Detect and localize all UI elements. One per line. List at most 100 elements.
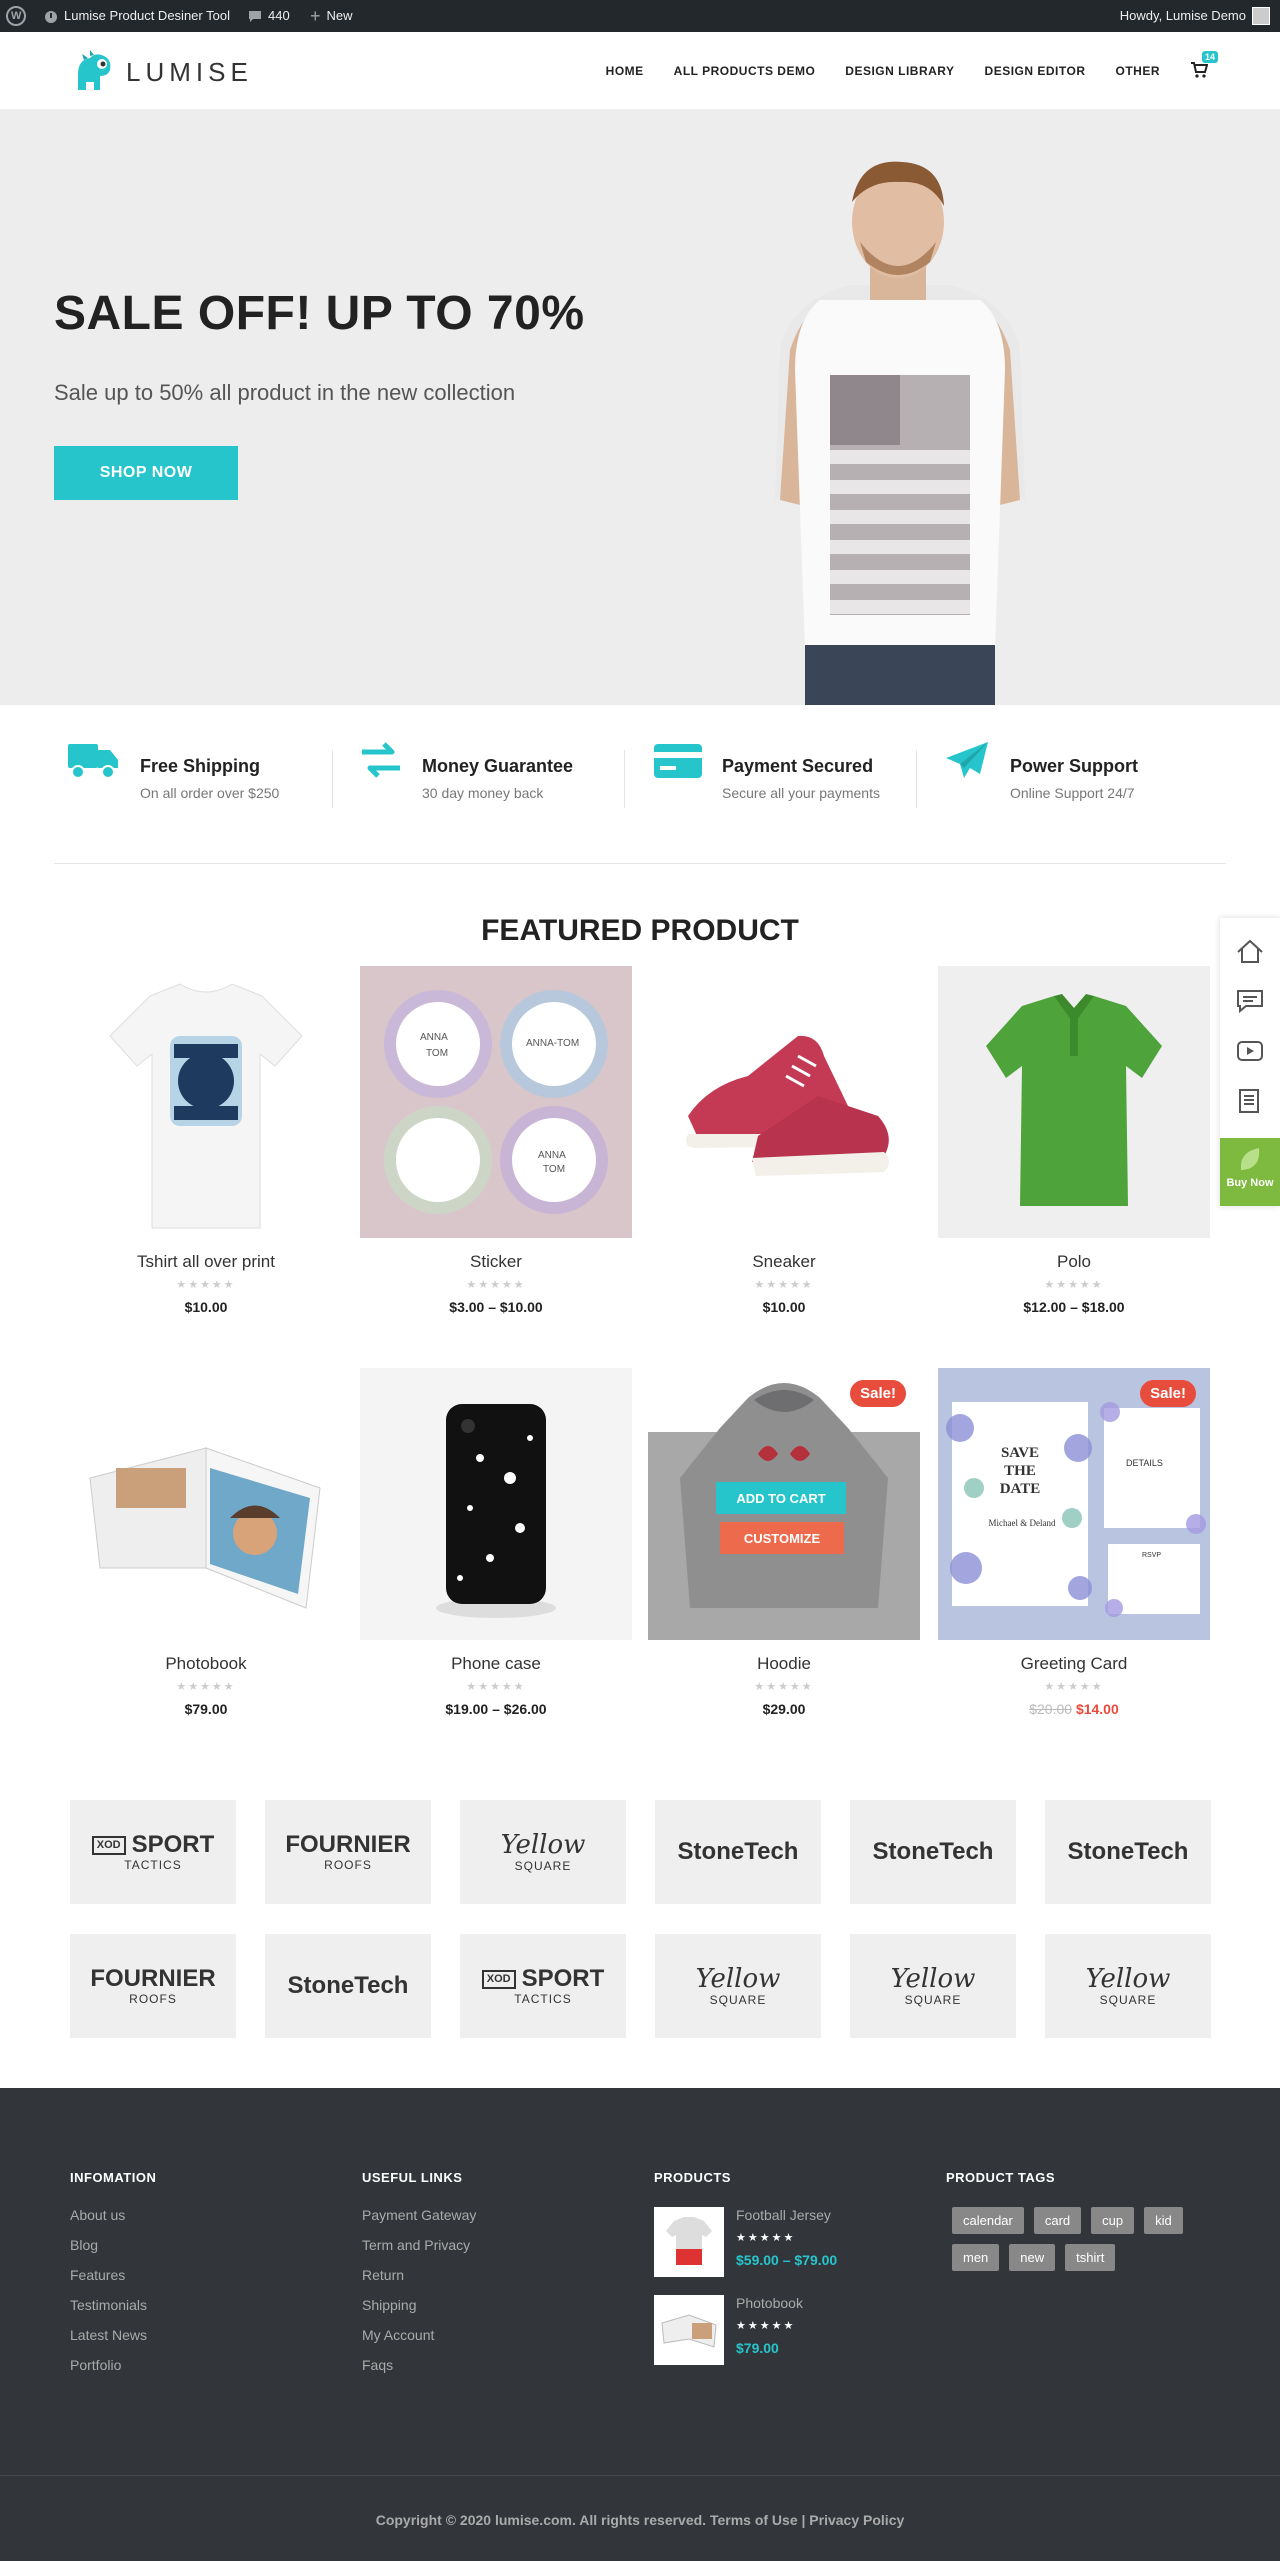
add-to-cart-button[interactable]: ADD TO CART (716, 1482, 846, 1514)
admin-new-link[interactable]: + New (310, 0, 353, 32)
product-name[interactable]: Sticker (360, 1252, 632, 1272)
brand-logo[interactable]: StoneTech (655, 1800, 821, 1904)
nav-all-products-demo[interactable]: ALL PRODUCTS DEMO (674, 64, 816, 78)
divider (332, 750, 333, 808)
product-thumbnail[interactable] (654, 2207, 724, 2277)
product-card[interactable]: Polo ★★★★★ $12.00 – $18.00 (938, 966, 1210, 1315)
product-image[interactable]: SAVE THE DATE Michael & Deland DETAILS R… (938, 1368, 1210, 1640)
footer-link[interactable]: Return (362, 2267, 476, 2297)
product-name[interactable]: Tshirt all over print (70, 1252, 342, 1272)
video-link[interactable] (1220, 1026, 1280, 1076)
tag-link[interactable]: kid (1144, 2207, 1183, 2234)
tag-link[interactable]: men (952, 2244, 1000, 2271)
footer-product-name[interactable]: Football Jersey (736, 2207, 837, 2223)
tag-link[interactable]: calendar (952, 2207, 1024, 2234)
product-card[interactable]: Sneaker ★★★★★ $10.00 (648, 966, 920, 1315)
product-name[interactable]: Greeting Card (938, 1654, 1210, 1674)
brand-logo[interactable]: FOURNIER ROOFS (265, 1800, 431, 1904)
nav-other[interactable]: OTHER (1116, 64, 1161, 78)
footer-link[interactable]: Term and Privacy (362, 2237, 476, 2267)
leaf-icon (1240, 1148, 1260, 1170)
site-logo[interactable]: LUMISE (70, 50, 253, 94)
product-card[interactable]: Photobook ★★★★★ $79.00 (70, 1368, 342, 1717)
tag-link[interactable]: tshirt (1065, 2244, 1116, 2271)
admin-bar: Lumise Product Desiner Tool 440 + New Ho… (0, 0, 1280, 32)
brand-name: StoneTech (677, 1838, 799, 1865)
cart-button[interactable]: 14 (1190, 51, 1219, 81)
product-name[interactable]: Sneaker (648, 1252, 920, 1272)
nav-design-editor[interactable]: DESIGN EDITOR (985, 64, 1086, 78)
footer-product-price: $79.00 (736, 2340, 779, 2356)
brand-logo[interactable]: StoneTech (265, 1934, 431, 2038)
product-image[interactable] (360, 1368, 632, 1640)
brand-logo[interactable]: Yellow SQUARE (460, 1800, 626, 1904)
brand-logo-mark: StoneTech (678, 1840, 799, 1864)
footer-link[interactable]: Blog (70, 2237, 156, 2267)
buy-now-button[interactable]: Buy Now (1220, 1138, 1280, 1206)
footer-link[interactable]: Faqs (362, 2357, 476, 2387)
admin-comments-link[interactable]: 440 (248, 0, 290, 32)
product-image[interactable]: Sale! ADD TO CART CUSTOMIZE (648, 1368, 920, 1640)
product-card[interactable]: ANNA TOM ANNA-TOM ANNA TOM Sticker ★★★★★… (360, 966, 632, 1315)
brand-name: Yellow (695, 1964, 781, 1994)
brand-logo-mark: FOURNIER ROOFS (90, 1967, 215, 2006)
tag-link[interactable]: cup (1091, 2207, 1135, 2234)
footer-link[interactable]: Payment Gateway (362, 2207, 476, 2237)
customize-button[interactable]: CUSTOMIZE (720, 1522, 844, 1554)
product-name[interactable]: Phone case (360, 1654, 632, 1674)
footer-product-tags: PRODUCT TAGS calendar card cup kid men n… (946, 2170, 1206, 2271)
tag-link[interactable]: new (1009, 2244, 1056, 2271)
brand-logo[interactable]: StoneTech (1045, 1800, 1211, 1904)
brand-logo[interactable]: StoneTech (850, 1800, 1016, 1904)
brand-mark: XOD (91, 1835, 126, 1855)
brand-logo[interactable]: FOURNIER ROOFS (70, 1934, 236, 2038)
product-card[interactable]: Phone case ★★★★★ $19.00 – $26.00 (360, 1368, 632, 1717)
footer-link[interactable]: Features (70, 2267, 156, 2297)
product-card[interactable]: Tshirt all over print ★★★★★ $10.00 (70, 966, 342, 1315)
footer-link[interactable]: About us (70, 2207, 156, 2237)
rating-stars: ★★★★★ (176, 1681, 236, 1693)
brand-logo[interactable]: XOD SPORT TACTICS (460, 1934, 626, 2038)
product-name[interactable]: Photobook (70, 1654, 342, 1674)
nav-home[interactable]: HOME (606, 64, 644, 78)
brand-logo[interactable]: Yellow SQUARE (655, 1934, 821, 2038)
sticker-label: TOM (426, 1048, 449, 1059)
product-thumbnail[interactable] (654, 2295, 724, 2365)
footer-link[interactable]: Shipping (362, 2297, 476, 2327)
tag-link[interactable]: card (1033, 2207, 1082, 2234)
footer-link[interactable]: My Account (362, 2327, 476, 2357)
product-card[interactable]: Sale! ADD TO CART CUSTOMIZE Hoodie ★★★★★… (648, 1368, 920, 1717)
product-name[interactable]: Polo (938, 1252, 1210, 1272)
rating-stars: ★★★★★ (736, 2232, 796, 2244)
nav-design-library[interactable]: DESIGN LIBRARY (845, 64, 954, 78)
brand-logo[interactable]: Yellow SQUARE (1045, 1934, 1211, 2038)
docs-link[interactable] (1220, 1076, 1280, 1126)
product-image[interactable]: ANNA TOM ANNA-TOM ANNA TOM (360, 966, 632, 1238)
admin-account-link[interactable]: Howdy, Lumise Demo (1120, 0, 1270, 32)
footer-product-name[interactable]: Photobook (736, 2295, 803, 2311)
wordpress-logo[interactable] (6, 0, 26, 32)
admin-site-link[interactable]: Lumise Product Desiner Tool (44, 0, 230, 32)
polo-image (938, 966, 1210, 1238)
footer-link[interactable]: Testimonials (70, 2297, 156, 2327)
product-card[interactable]: SAVE THE DATE Michael & Deland DETAILS R… (938, 1368, 1210, 1717)
brand-subtitle: SQUARE (1099, 1993, 1157, 2007)
product-image[interactable] (648, 966, 920, 1238)
home-link[interactable] (1220, 926, 1280, 976)
footer-link[interactable]: Portfolio (70, 2357, 156, 2387)
footer-product[interactable]: Photobook ★★★★★ $79.00 (654, 2295, 837, 2365)
brand-logo[interactable]: Yellow SQUARE (850, 1934, 1016, 2038)
product-image[interactable] (70, 1368, 342, 1640)
footer-link[interactable]: Latest News (70, 2327, 156, 2357)
brand-logo[interactable]: XOD SPORT TACTICS (70, 1800, 236, 1904)
feature-free-shipping: Free Shipping On all order over $250 (68, 738, 279, 810)
sneaker-image (648, 966, 920, 1238)
shop-now-button[interactable]: SHOP NOW (54, 446, 238, 500)
chat-link[interactable] (1220, 976, 1280, 1026)
brand-subtitle: TACTICS (124, 1858, 182, 1872)
product-name[interactable]: Hoodie (648, 1654, 920, 1674)
footer-product[interactable]: Football Jersey ★★★★★ $59.00 – $79.00 (654, 2207, 837, 2277)
product-image[interactable] (938, 966, 1210, 1238)
product-image[interactable] (70, 966, 342, 1238)
feature-subtitle: Secure all your payments (722, 785, 880, 801)
